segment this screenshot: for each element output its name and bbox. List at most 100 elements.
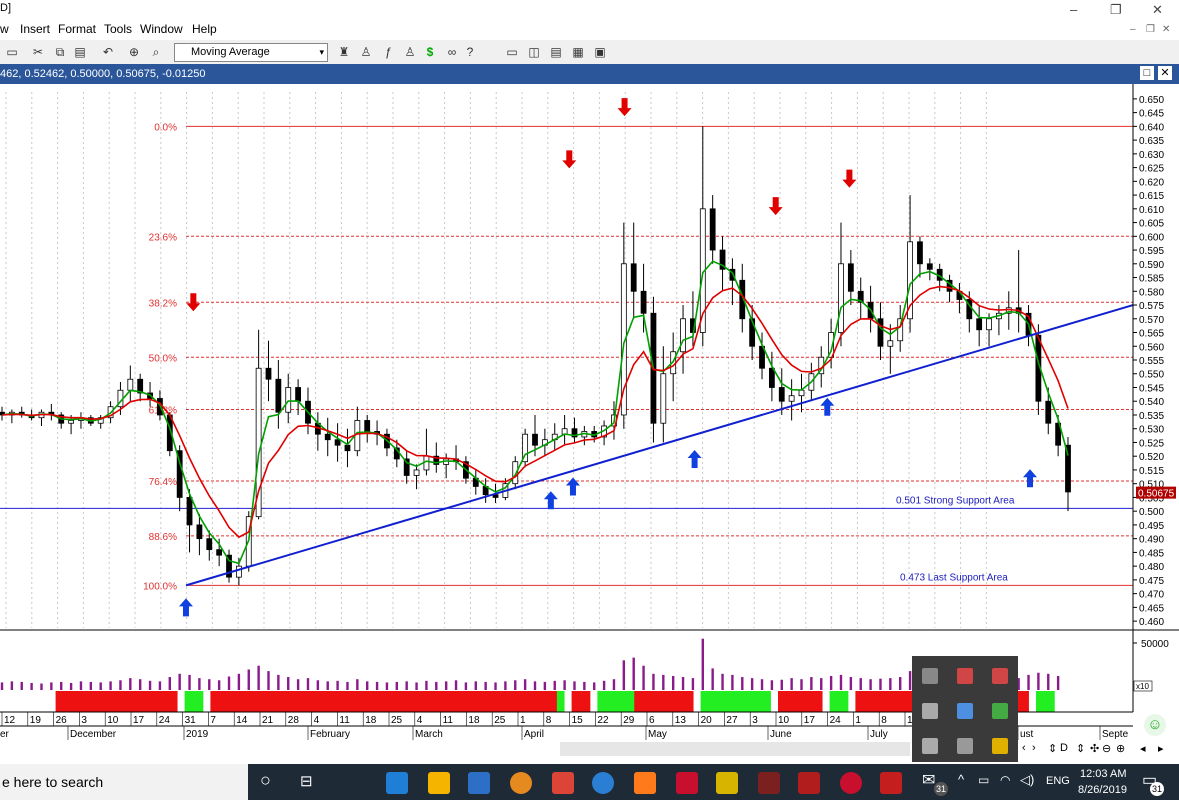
zoom-in-button[interactable]: ⊕ [1116, 742, 1125, 755]
app-blue-icon[interactable] [552, 772, 574, 794]
grid-icon[interactable]: ▦ [570, 44, 586, 60]
app-bull-icon[interactable] [840, 772, 862, 794]
wifi-icon[interactable]: ◠ [1000, 773, 1010, 787]
fxpro-icon[interactable] [798, 772, 820, 794]
person-icon[interactable]: ♙ [358, 44, 374, 60]
candle-body [364, 420, 371, 432]
battery-icon[interactable]: ▭ [978, 773, 989, 787]
language-indicator[interactable]: ENG [1046, 775, 1070, 787]
candle-body [926, 263, 933, 270]
study-selector-value: Moving Average [191, 46, 270, 58]
volume-icon[interactable]: ◁) [1020, 772, 1034, 788]
restore-button[interactable]: ❐ [1110, 2, 1122, 18]
volume-tick-label: 50000 [1141, 639, 1169, 650]
chart-maximize-button[interactable]: □ [1140, 66, 1154, 80]
support-label: 0.501 Strong Support Area [896, 495, 1015, 506]
app-red-eye-icon[interactable] [716, 772, 738, 794]
chart-app-icon[interactable] [634, 772, 656, 794]
chrome-icon[interactable] [510, 772, 532, 794]
tile-horizontal-icon[interactable]: ▤ [548, 44, 564, 60]
bell-icon[interactable]: ♜ [336, 44, 352, 60]
inner-close-button[interactable]: ✕ [1162, 24, 1170, 35]
volume-bar [583, 681, 586, 690]
volume-bar [60, 681, 63, 690]
volume-bar [662, 674, 665, 690]
cut-icon[interactable]: ✂ [30, 44, 46, 60]
inner-restore-button[interactable]: ❐ [1146, 24, 1155, 35]
tile-vertical-icon[interactable]: ◫ [526, 44, 542, 60]
paste-icon[interactable]: ▤ [72, 44, 88, 60]
app-ha-icon[interactable] [758, 772, 780, 794]
price-tick-label: 0.580 [1139, 287, 1164, 298]
menu-window[interactable]: Window [140, 22, 183, 36]
menu-insert[interactable]: Insert [20, 22, 50, 36]
volume-bar [533, 681, 537, 690]
binoculars-icon[interactable]: ∞ [444, 44, 460, 60]
chevron-up-icon[interactable]: ^ [958, 772, 964, 787]
clock-time[interactable]: 12:03 AM [1080, 768, 1126, 780]
tray-icon-7[interactable] [922, 738, 938, 754]
help-icon[interactable]: ? [462, 44, 478, 60]
zoom-out-button[interactable]: ⊖ [1102, 742, 1111, 755]
tray-icon-3[interactable] [992, 668, 1008, 684]
app-500-icon[interactable] [880, 772, 902, 794]
tray-icon-9[interactable] [992, 738, 1008, 754]
tray-icon-2[interactable] [957, 668, 973, 684]
zoom-icon[interactable]: ⌕ [148, 44, 164, 60]
tray-icon-1[interactable] [922, 668, 938, 684]
media-icon[interactable] [468, 772, 490, 794]
volume-bar [642, 665, 645, 690]
scroll-left-button[interactable]: ◂ [1140, 742, 1146, 755]
minimize-button[interactable]: – [1070, 2, 1077, 17]
print-preview-icon[interactable]: ▭ [4, 44, 20, 60]
price-tick-label: 0.585 [1139, 274, 1164, 285]
panels-icon[interactable]: ▣ [592, 44, 608, 60]
undo-icon[interactable]: ↶ [100, 44, 116, 60]
dollar-icon[interactable]: $ [422, 44, 438, 60]
copy-icon[interactable]: ⧉ [52, 44, 68, 60]
price-tick-label: 0.515 [1139, 466, 1164, 477]
app-orange-icon[interactable] [592, 772, 614, 794]
menu-format[interactable]: Format [58, 22, 96, 36]
horizontal-scrollbar[interactable] [560, 742, 910, 756]
store-icon[interactable] [428, 772, 450, 794]
vertical-scale-button[interactable]: ⇕ [1076, 742, 1085, 755]
candle-body [709, 208, 716, 251]
taskbar-search[interactable]: e here to search [0, 764, 248, 800]
tray-icon-8[interactable] [957, 738, 973, 754]
chart-close-button[interactable]: ✕ [1158, 66, 1172, 80]
volume-bar [405, 681, 408, 690]
pan-button[interactable]: ✣ [1090, 742, 1099, 755]
crosshair-icon[interactable]: ⊕ [126, 44, 142, 60]
volume-bar [385, 682, 389, 690]
smiley-icon[interactable]: ☺ [1144, 714, 1166, 736]
scale-button[interactable]: ⇕ [1048, 742, 1057, 755]
function-icon[interactable]: ƒ [380, 44, 396, 60]
menu-view[interactable]: w [0, 22, 9, 36]
volume-bar [632, 657, 635, 690]
window-icon[interactable]: ▭ [504, 44, 520, 60]
inner-minimize-button[interactable]: – [1130, 24, 1136, 35]
clock-date[interactable]: 8/26/2019 [1078, 784, 1127, 796]
nav-right-button[interactable]: › [1032, 742, 1036, 754]
person-icon[interactable]: ♙ [402, 44, 418, 60]
day-label: 1 [520, 715, 526, 726]
explorer-icon[interactable] [386, 772, 408, 794]
task-view-icon[interactable]: ⊟ [300, 772, 313, 790]
edge-icon[interactable] [344, 772, 366, 794]
scroll-right-button[interactable]: ▸ [1158, 742, 1164, 755]
period-button[interactable]: D [1060, 742, 1068, 754]
cortana-icon[interactable]: ○ [260, 770, 271, 791]
tray-icon-4[interactable] [922, 703, 938, 719]
fib-label: 88.6% [149, 532, 177, 543]
tray-icon-6[interactable] [992, 703, 1008, 719]
menu-help[interactable]: Help [192, 22, 217, 36]
menu-tools[interactable]: Tools [104, 22, 132, 36]
nav-left-button[interactable]: ‹ [1022, 742, 1026, 754]
quote-values: 462, 0.52462, 0.50000, 0.50675, -0.01250 [0, 68, 206, 80]
day-label: 28 [288, 715, 300, 726]
study-selector[interactable]: Moving Average ▾ [174, 43, 328, 62]
tray-icon-5[interactable] [957, 703, 973, 719]
close-button[interactable]: ✕ [1152, 2, 1163, 18]
app-yellow-icon[interactable] [676, 772, 698, 794]
